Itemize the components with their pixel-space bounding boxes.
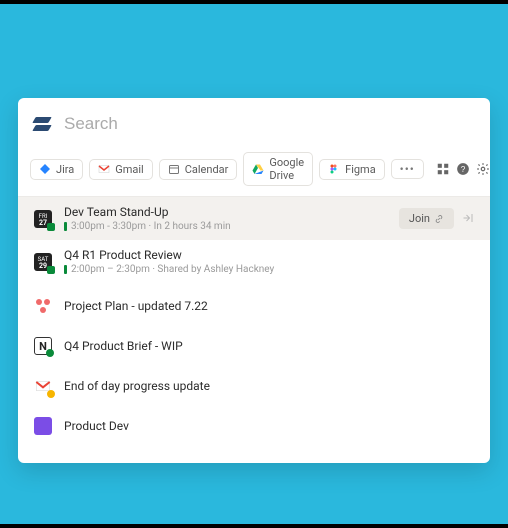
chip-label: Figma [345,163,376,176]
chip-label: Calendar [185,163,229,176]
status-badge-icon [46,349,54,357]
chip-gmail[interactable]: Gmail [89,159,152,180]
chip-label: Gmail [115,163,143,176]
join-button[interactable]: Join [399,208,454,229]
chip-label: Google Drive [269,156,304,182]
jira-icon [39,163,51,175]
result-title: Project Plan - updated 7.22 [64,299,474,313]
more-chip[interactable]: ••• [391,159,424,179]
join-label: Join [409,212,430,225]
app-logo [32,114,52,134]
search-panel: Jira Gmail Calendar Google Drive [18,98,490,463]
result-item-q4-review[interactable]: SAT29 Q4 R1 Product Review 2:00pm – 2:30… [18,240,490,283]
settings-gear-icon[interactable] [476,161,490,177]
result-title: Dev Team Stand-Up [64,205,387,219]
google-drive-icon [252,163,264,175]
result-title: End of day progress update [64,379,474,393]
result-subtitle: 2:00pm – 2:30pm · Shared by Ashley Hackn… [64,264,474,275]
gcal-badge-icon [47,223,55,231]
asana-icon [34,297,52,315]
help-icon[interactable]: ? [456,161,470,177]
results-list: FRI27 Dev Team Stand-Up 3:00pm - 3:30pm … [18,197,490,443]
channel-icon [34,417,52,435]
status-badge-icon [47,390,55,398]
calendar-event-icon: FRI27 [34,210,52,228]
chip-figma[interactable]: Figma [319,159,385,180]
figma-icon [328,163,340,175]
result-item-eod-update[interactable]: End of day progress update [18,363,490,403]
chip-jira[interactable]: Jira [30,159,83,180]
chip-label: Jira [56,163,74,176]
svg-text:?: ? [461,165,466,174]
link-icon [434,214,444,224]
result-title: Q4 R1 Product Review [64,248,474,262]
chip-calendar[interactable]: Calendar [159,159,238,180]
gmail-icon [34,377,52,395]
chip-google-drive[interactable]: Google Drive [243,152,313,186]
result-title: Product Dev [64,419,474,433]
gcal-badge-icon [47,266,55,274]
filter-chip-row: Jira Gmail Calendar Google Drive [18,148,490,197]
result-item-project-plan[interactable]: Project Plan - updated 7.22 [18,283,490,323]
notion-icon: N [34,337,52,355]
result-item-dev-standup[interactable]: FRI27 Dev Team Stand-Up 3:00pm - 3:30pm … [18,197,490,240]
result-item-q4-brief[interactable]: N Q4 Product Brief - WIP [18,323,490,363]
result-title: Q4 Product Brief - WIP [64,339,474,353]
search-input[interactable] [64,114,474,134]
calendar-event-icon: SAT29 [34,253,52,271]
calendar-icon [168,163,180,175]
result-item-product-dev[interactable]: Product Dev [18,403,490,443]
result-subtitle: 3:00pm - 3:30pm · In 2 hours 34 min [64,221,387,232]
gmail-icon [98,163,110,175]
open-external-icon[interactable] [462,209,474,228]
apps-grid-icon[interactable] [436,161,450,177]
